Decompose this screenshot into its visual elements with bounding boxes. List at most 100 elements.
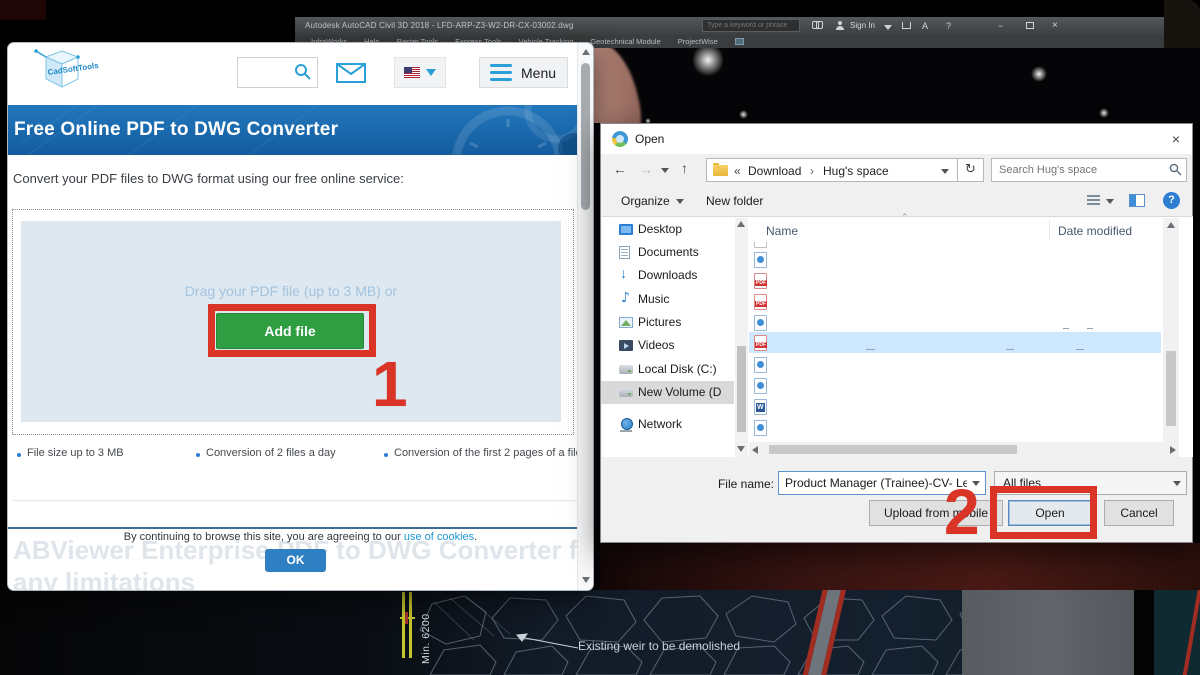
breadcrumb-separator: › bbox=[810, 164, 814, 178]
weir-callout-label: Existing weir to be demolished bbox=[578, 639, 741, 653]
cancel-button[interactable]: Cancel bbox=[1104, 500, 1174, 526]
sign-in-label[interactable]: Sign In bbox=[850, 21, 875, 30]
scrollbar-thumb[interactable] bbox=[737, 346, 746, 432]
network-icon bbox=[619, 418, 633, 432]
breadcrumb-download[interactable]: Download bbox=[748, 164, 801, 178]
up-icon[interactable]: ↑ bbox=[681, 160, 688, 176]
sidebar-scrollbar[interactable] bbox=[735, 218, 748, 457]
recent-locations-caret-icon[interactable] bbox=[661, 168, 669, 173]
forward-icon[interactable]: → bbox=[639, 161, 653, 177]
address-bar[interactable]: « Download › Hug's space bbox=[706, 158, 958, 182]
scroll-right-icon[interactable] bbox=[1170, 446, 1176, 454]
file-list-vertical-scrollbar[interactable] bbox=[1163, 218, 1179, 457]
scroll-up-icon[interactable] bbox=[737, 221, 745, 227]
column-header-name[interactable]: Name bbox=[766, 224, 798, 238]
redacted-text-fragment bbox=[1087, 328, 1093, 329]
cadsofttools-logo[interactable]: CadSoftTools bbox=[28, 47, 112, 97]
cart-icon[interactable] bbox=[902, 22, 911, 29]
hero-banner: Free Online PDF to DWG Converter bbox=[8, 105, 593, 155]
autocad-infocenter-search[interactable] bbox=[702, 19, 800, 32]
address-caret-icon[interactable] bbox=[941, 169, 949, 174]
menu-button[interactable]: Menu bbox=[479, 57, 568, 88]
sidebar-item-local-disk[interactable]: Local Disk (C:) bbox=[601, 358, 734, 381]
close-icon[interactable]: × bbox=[1052, 21, 1058, 31]
doc-file-icon bbox=[754, 357, 767, 373]
file-type-caret-icon[interactable] bbox=[1173, 481, 1181, 486]
file-row[interactable] bbox=[754, 315, 767, 331]
sign-in-person-icon[interactable] bbox=[836, 21, 844, 30]
file-row[interactable] bbox=[754, 399, 767, 415]
binoculars-search-icon[interactable] bbox=[812, 21, 823, 29]
file-row[interactable] bbox=[754, 420, 767, 436]
leader-arrow bbox=[516, 633, 579, 649]
file-row[interactable] bbox=[754, 273, 767, 289]
autodesk-a360-icon[interactable]: A bbox=[922, 21, 928, 31]
view-mode-caret-icon[interactable] bbox=[1106, 199, 1114, 204]
scrollbar-thumb[interactable] bbox=[769, 445, 1017, 454]
scroll-left-icon[interactable] bbox=[752, 446, 758, 454]
back-icon[interactable]: ← bbox=[613, 161, 627, 177]
sidebar-item-downloads[interactable]: Downloads bbox=[601, 264, 734, 287]
autocad-window-title: Autodesk AutoCAD Civil 3D 2018 - LFD-ARP… bbox=[305, 21, 574, 30]
divider bbox=[13, 500, 583, 501]
menu-item[interactable]: ProjectWise bbox=[678, 37, 718, 46]
organize-label: Organize bbox=[621, 194, 670, 208]
teal-panel bbox=[1154, 590, 1200, 675]
search-icon bbox=[295, 64, 311, 80]
help-icon[interactable]: ? bbox=[946, 21, 951, 31]
sign-in-caret-icon[interactable] bbox=[884, 25, 892, 30]
organize-button[interactable]: Organize bbox=[621, 194, 684, 208]
column-divider[interactable] bbox=[1049, 219, 1050, 241]
cookies-link[interactable]: use of cookies bbox=[404, 531, 474, 543]
desktop-corner bbox=[0, 0, 46, 20]
view-mode-icon[interactable] bbox=[1087, 195, 1100, 206]
column-header-date-modified[interactable]: Date modified bbox=[1058, 224, 1132, 238]
dialog-titlebar[interactable] bbox=[601, 124, 1192, 154]
scroll-up-icon[interactable] bbox=[1167, 222, 1175, 228]
language-selector[interactable] bbox=[394, 57, 446, 88]
sidebar-item-music[interactable]: Music bbox=[601, 288, 734, 311]
cad-yellow-line bbox=[402, 592, 405, 658]
file-row[interactable] bbox=[754, 378, 767, 394]
bullet-icon bbox=[384, 453, 388, 457]
minimize-icon[interactable]: − bbox=[998, 21, 1003, 31]
toolbar-swatch-icon[interactable] bbox=[734, 38, 744, 45]
file-row[interactable] bbox=[754, 252, 767, 268]
scroll-down-icon[interactable] bbox=[582, 577, 590, 583]
scrollbar-thumb[interactable] bbox=[581, 63, 590, 210]
mail-icon[interactable] bbox=[336, 63, 366, 83]
redacted-text-fragment bbox=[1063, 328, 1069, 329]
new-folder-button[interactable]: New folder bbox=[706, 194, 763, 208]
file-row[interactable] bbox=[754, 357, 767, 373]
file-row[interactable] bbox=[754, 294, 767, 310]
site-search-input[interactable] bbox=[237, 57, 318, 88]
scroll-up-icon[interactable] bbox=[582, 49, 590, 55]
browser-scrollbar[interactable] bbox=[577, 43, 593, 590]
sidebar-item-videos[interactable]: Videos bbox=[601, 334, 734, 357]
black-divider bbox=[1134, 590, 1154, 675]
sidebar-item-new-volume[interactable]: New Volume (D bbox=[601, 381, 734, 404]
file-list-horizontal-scrollbar[interactable] bbox=[749, 442, 1179, 457]
file-icon bbox=[754, 242, 767, 248]
maximize-icon[interactable] bbox=[1026, 22, 1034, 29]
sort-caret-icon[interactable]: ⌃ bbox=[901, 212, 909, 223]
feature-item: File size up to 3 MB bbox=[27, 447, 124, 459]
refresh-icon[interactable]: ↻ bbox=[957, 158, 984, 182]
dialog-search-input[interactable] bbox=[991, 158, 1187, 182]
sidebar-item-pictures[interactable]: Pictures bbox=[601, 311, 734, 334]
sidebar-item-desktop[interactable]: Desktop bbox=[601, 218, 734, 241]
downloads-icon bbox=[619, 265, 633, 282]
breadcrumb-hugs-space[interactable]: Hug's space bbox=[823, 164, 889, 178]
scroll-down-icon[interactable] bbox=[737, 446, 745, 452]
menu-item[interactable]: Geotechnical Module bbox=[590, 37, 660, 46]
scrollbar-thumb[interactable] bbox=[1166, 351, 1176, 426]
sidebar-item-documents[interactable]: Documents bbox=[601, 241, 734, 264]
upload-from-mobile-button[interactable]: Upload from mobile bbox=[869, 500, 1003, 526]
sidebar-item-network[interactable]: Network bbox=[601, 413, 734, 436]
close-icon[interactable]: × bbox=[1164, 130, 1188, 150]
ok-button[interactable]: OK bbox=[265, 549, 326, 572]
file-row-selected[interactable] bbox=[754, 335, 767, 351]
feature-item: Conversion of 2 files a day bbox=[206, 447, 336, 459]
preview-pane-icon[interactable] bbox=[1129, 194, 1145, 207]
help-icon[interactable]: ? bbox=[1163, 192, 1180, 209]
